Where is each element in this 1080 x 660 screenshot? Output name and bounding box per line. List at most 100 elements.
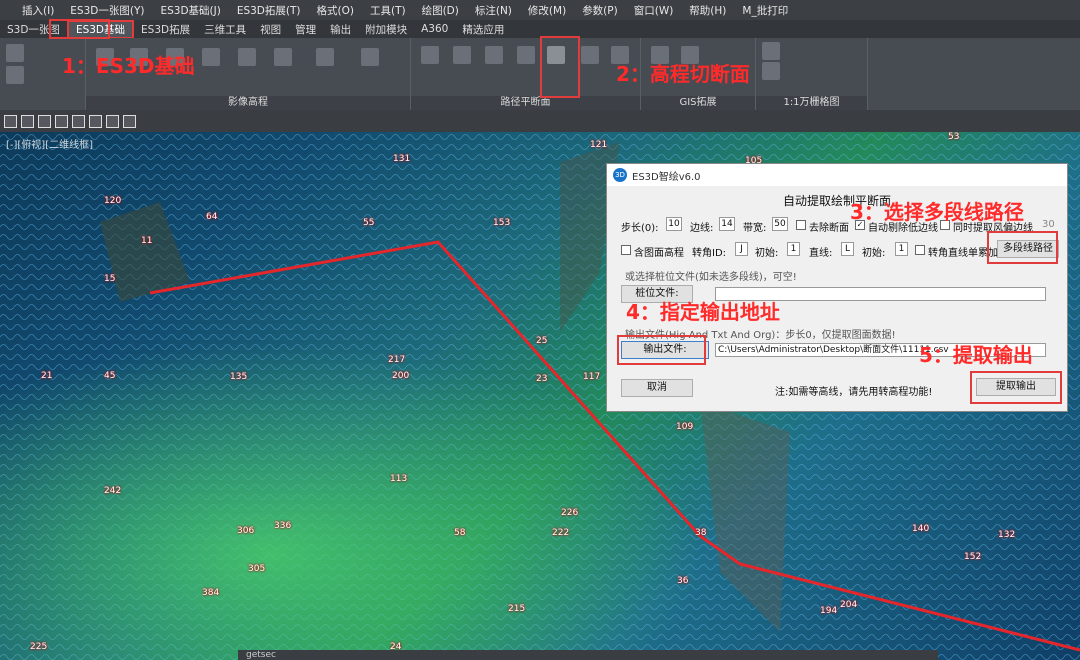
terrain-icon[interactable] [202, 48, 220, 66]
map-icon[interactable] [361, 48, 379, 66]
menu-item[interactable]: 帮助(H) [681, 3, 734, 18]
elevation-label: 135 [230, 372, 248, 382]
elevation-label: 204 [840, 600, 858, 610]
step-label: 步长(0): [621, 223, 659, 234]
elevation-label: 194 [820, 606, 838, 616]
view-tool-icon[interactable] [4, 114, 17, 128]
view-toolbar [0, 110, 1080, 132]
cancel-button[interactable]: 取消 [621, 379, 693, 397]
margin-field[interactable]: 14 [719, 217, 735, 231]
elevation-label: 222 [552, 528, 570, 538]
ribbon-tab[interactable]: ES3D拓展 [134, 22, 197, 37]
elevation-label: 117 [583, 372, 601, 382]
ribbon-group-label: GIS拓展 [641, 96, 755, 110]
elevation-label: 336 [274, 521, 292, 531]
ribbon-tab[interactable]: 管理 [288, 22, 323, 37]
elevation-label: 305 [248, 564, 266, 574]
elevation-label: 215 [508, 604, 526, 614]
view-tool-icon[interactable] [89, 114, 102, 128]
menu-item[interactable]: 标注(N) [467, 3, 520, 18]
menu-item[interactable]: ES3D基础(J) [152, 3, 228, 18]
remove-section-checkbox[interactable] [796, 220, 806, 230]
menu-item[interactable]: ES3D拓展(T) [229, 3, 309, 18]
ribbon-group-label: 路径平断面 [411, 96, 640, 110]
ribbon-tab[interactable]: A360 [414, 23, 455, 35]
menu-item[interactable]: 窗口(W) [626, 3, 682, 18]
straight-label: 直线: [809, 248, 833, 259]
corner-line-checkbox[interactable] [915, 245, 925, 255]
elevation-label: 36 [677, 576, 689, 586]
width-field[interactable]: 50 [772, 217, 788, 231]
elevation-label: 11 [141, 236, 153, 246]
elevation-label: 131 [393, 154, 411, 164]
view-tool-icon[interactable] [55, 114, 68, 128]
view-tool-icon[interactable] [38, 114, 51, 128]
ribbon-tab[interactable]: 视图 [253, 22, 288, 37]
ribbon-tab[interactable]: 输出 [323, 22, 358, 37]
grid-icon[interactable] [316, 48, 334, 66]
include-elev-checkbox[interactable] [621, 245, 631, 255]
highlight-section-tool [540, 36, 580, 98]
path-icon[interactable] [421, 46, 439, 64]
straight-field[interactable]: L [841, 242, 854, 256]
menu-item[interactable]: ES3D一张图(Y) [62, 3, 152, 18]
menu-item[interactable]: 工具(T) [362, 3, 414, 18]
menu-item[interactable]: 绘图(D) [414, 3, 467, 18]
elevation-label: 15 [104, 274, 116, 284]
elevation-label: 140 [912, 524, 930, 534]
line-icon[interactable] [485, 46, 503, 64]
elevation-label: 25 [536, 336, 548, 346]
elevation-label: 200 [392, 371, 410, 381]
ribbon-group-section: 路径平断面 [411, 38, 641, 110]
elevation-label: 217 [388, 355, 406, 365]
annotation-step5: 5：提取输出 [919, 343, 1033, 367]
corner-id-field[interactable]: J [735, 242, 748, 256]
elevation-label: 64 [206, 212, 218, 222]
raster-map-icon[interactable] [762, 42, 780, 60]
view-tool-icon[interactable] [106, 114, 119, 128]
annotation-step1: 1：ES3D基础 [62, 54, 195, 78]
view-tool-icon[interactable] [123, 114, 136, 128]
annotation-step4: 4：指定输出地址 [626, 300, 780, 324]
start1-field[interactable]: 1 [787, 242, 800, 256]
elevation-label: 120 [104, 196, 122, 206]
command-line[interactable]: getsec [238, 650, 938, 660]
menu-item[interactable]: 参数(P) [574, 3, 626, 18]
elevation-label: 45 [104, 371, 116, 381]
view-label[interactable]: [-][俯视][二维线框] [6, 136, 93, 151]
step-field[interactable]: 10 [666, 217, 682, 231]
box-icon[interactable] [517, 46, 535, 64]
contour-icon[interactable] [238, 48, 256, 66]
elevation-label: 121 [590, 140, 608, 150]
menu-bar: 插入(I) ES3D一张图(Y) ES3D基础(J) ES3D拓展(T) 格式(O) 工具… [0, 0, 1080, 20]
elevation-label: 53 [948, 132, 960, 142]
app-logo-icon: 3D [613, 168, 627, 182]
view-tool-icon[interactable] [72, 114, 85, 128]
ribbon-tab[interactable]: 三维工具 [197, 22, 253, 37]
elevation-label: 113 [390, 474, 408, 484]
contour-note: 注:如需等高线，请先用转高程功能! [775, 387, 933, 398]
menu-item[interactable]: 修改(M) [520, 3, 574, 18]
elevation-label: 225 [30, 642, 48, 652]
kml-icon[interactable] [6, 44, 24, 62]
ribbon-tab[interactable]: 附加模块 [358, 22, 414, 37]
dialog-titlebar: 3D ES3D智绘v6.0 [607, 164, 1067, 186]
pin-icon[interactable] [581, 46, 599, 64]
menu-item[interactable]: M_批打印 [734, 3, 796, 18]
menu-item[interactable]: 插入(I) [14, 3, 62, 18]
correct-icon[interactable] [274, 48, 292, 66]
raster-load-icon[interactable] [762, 62, 780, 80]
wave-icon[interactable] [453, 46, 471, 64]
highlight-output-button [617, 335, 706, 365]
menu-item[interactable]: 格式(O) [309, 3, 362, 18]
margin-label: 边线: [690, 223, 714, 234]
width-label: 带宽: [743, 223, 767, 234]
include-elev-label: 含图面高程 [634, 248, 684, 259]
ribbon-group-label: 1:1万栅格图 [756, 96, 867, 110]
kml-3d-icon[interactable] [6, 66, 24, 84]
annotation-step2: 2：高程切断面 [616, 62, 750, 86]
start2-field[interactable]: 1 [895, 242, 908, 256]
ribbon-tab[interactable]: 精选应用 [455, 22, 511, 37]
view-tool-icon[interactable] [21, 114, 34, 128]
elevation-label: 38 [695, 528, 707, 538]
